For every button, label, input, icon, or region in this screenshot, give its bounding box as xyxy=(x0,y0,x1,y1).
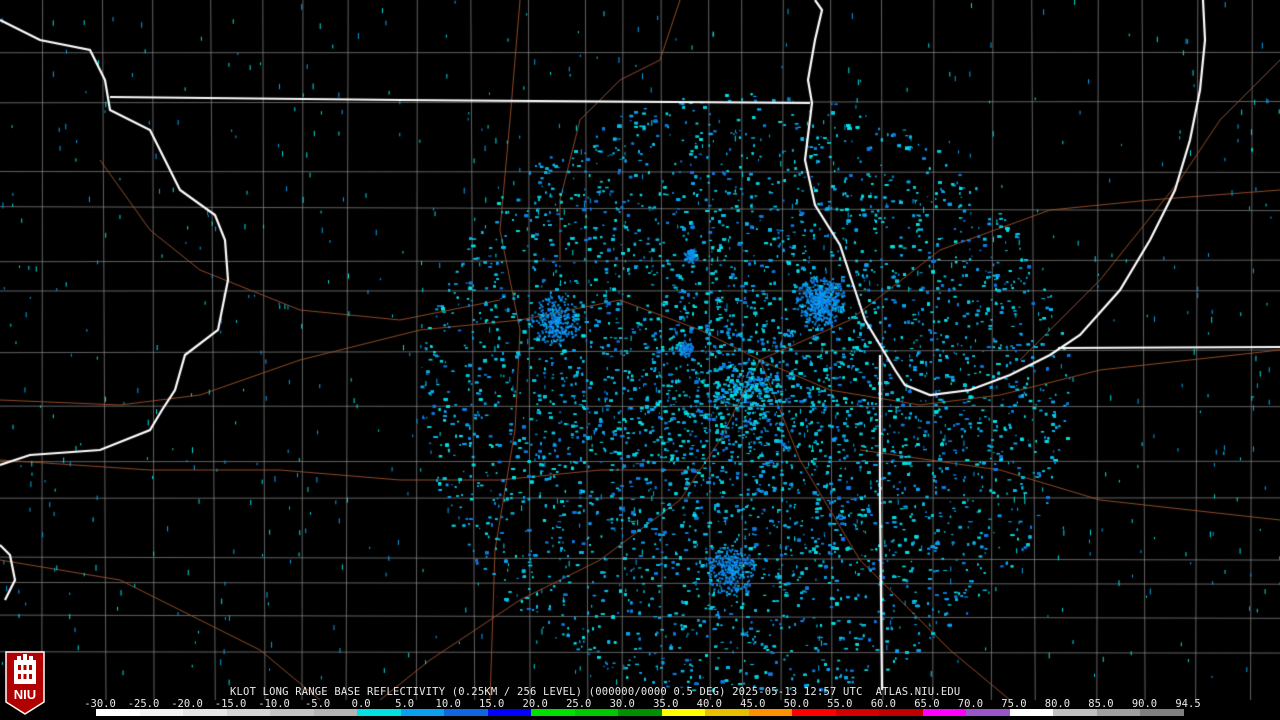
colorbar-segment xyxy=(792,709,836,716)
colorbar-segment xyxy=(966,709,1010,716)
colorbar-segment xyxy=(748,709,793,716)
colorbar-segment xyxy=(357,709,401,716)
colorbar-segment xyxy=(1096,709,1141,716)
colorbar-segment xyxy=(531,709,575,716)
colorbar-segment xyxy=(487,709,532,716)
niu-logo-icon: NIU xyxy=(4,648,46,716)
colorbar-segment xyxy=(618,709,662,716)
colorbar-segment xyxy=(400,709,445,716)
colorbar-segment xyxy=(444,709,488,716)
colorbar-segment xyxy=(183,709,227,716)
logo-text: NIU xyxy=(14,687,36,702)
colorbar-segment xyxy=(313,709,358,716)
reflectivity-colorbar xyxy=(96,709,1184,716)
colorbar-segment xyxy=(835,709,880,716)
colorbar-segment xyxy=(226,709,271,716)
colorbar-segment xyxy=(879,709,923,716)
colorbar-segment xyxy=(139,709,184,716)
colorbar-segment xyxy=(705,709,749,716)
colorbar-segment xyxy=(661,709,706,716)
colorbar-segment xyxy=(1140,709,1184,716)
colorbar-segment xyxy=(922,709,967,716)
colorbar-segment xyxy=(270,709,314,716)
colorbar-segment xyxy=(96,709,140,716)
colorbar-segment xyxy=(1053,709,1097,716)
radar-map xyxy=(0,0,1280,720)
product-title: KLOT LONG RANGE BASE REFLECTIVITY (0.25K… xyxy=(230,686,961,698)
colorbar-segment xyxy=(1009,709,1054,716)
colorbar-segment xyxy=(574,709,619,716)
